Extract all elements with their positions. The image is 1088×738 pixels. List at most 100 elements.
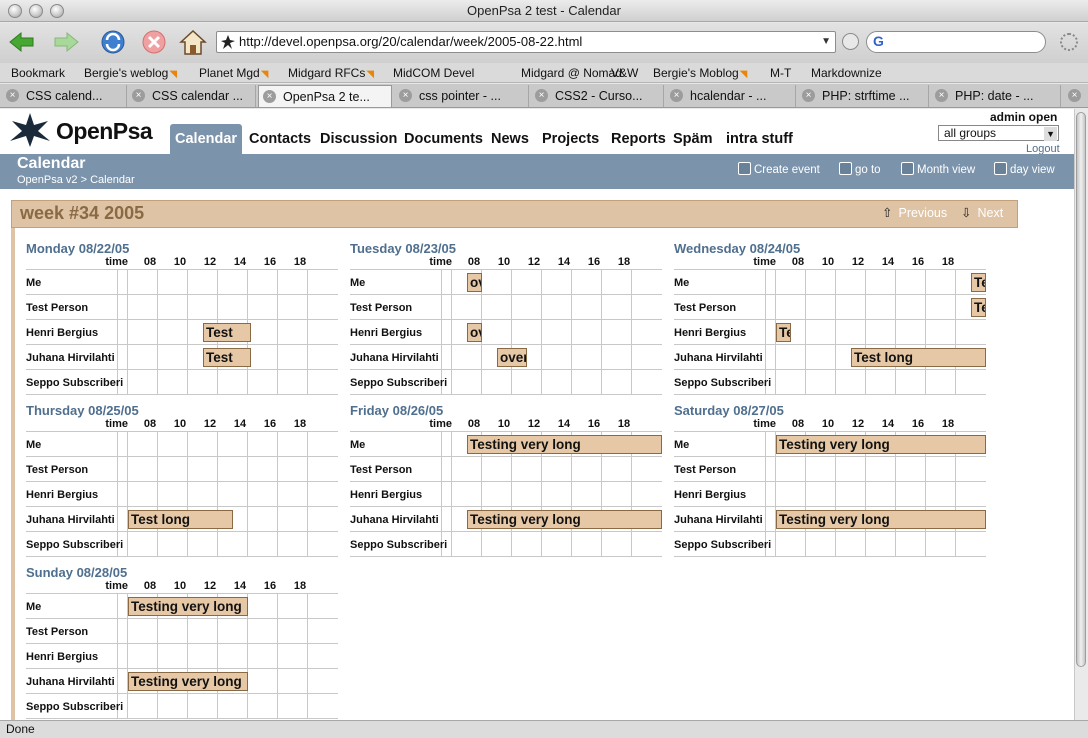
url-dropdown-icon[interactable]: ▼ — [821, 32, 831, 52]
calendar-event[interactable]: Te — [971, 273, 986, 292]
tab-close-icon[interactable]: × — [935, 89, 948, 102]
calendar-event[interactable]: Testing very long — [128, 672, 248, 691]
bookmark-item[interactable]: Midgard RFCs◥ — [288, 66, 374, 80]
grid-row-line — [674, 394, 986, 395]
grid-row-line — [26, 593, 338, 594]
bookmark-label: Bookmark — [11, 66, 66, 80]
reload-button[interactable] — [97, 27, 129, 57]
hour-label: 12 — [851, 418, 865, 430]
tab-4[interactable]: × css pointer - ... — [395, 85, 529, 107]
bookmark-item[interactable]: Bookmark — [11, 66, 65, 80]
nav-projects[interactable]: Projects — [537, 124, 604, 154]
nav-news[interactable]: News — [486, 124, 534, 154]
grid-row-line — [350, 394, 662, 395]
tab-1[interactable]: × CSS calend... — [2, 85, 127, 107]
person-name: Seppo Subscriberi — [26, 377, 124, 389]
hour-label: 10 — [497, 256, 511, 268]
calendar-event[interactable]: Testing very long — [128, 597, 248, 616]
tab-8[interactable]: × PHP: date - ... — [931, 85, 1061, 107]
grid-row-line — [26, 394, 338, 395]
bookmark-label: Midgard @ Nomad — [521, 66, 622, 80]
bookmark-item[interactable]: Markdownize — [811, 66, 882, 80]
scrollbar-thumb[interactable] — [1076, 112, 1086, 667]
action-create-event[interactable]: Create event — [738, 162, 820, 176]
calendar-event[interactable]: Test — [203, 348, 251, 367]
reload-icon — [101, 30, 125, 54]
calendar-event[interactable]: Te — [971, 298, 986, 317]
calendar-event[interactable]: Testing very long — [467, 435, 662, 454]
bookmark-item[interactable]: Bergie's Moblog◥ — [653, 66, 747, 80]
create-event-icon — [738, 162, 751, 175]
tab-close-icon[interactable]: × — [399, 89, 412, 102]
previous-week-link[interactable]: ⇧ Previous — [882, 205, 947, 220]
calendar-event[interactable]: ov — [467, 273, 482, 292]
page-title: Calendar — [17, 155, 86, 172]
stop-button[interactable] — [138, 27, 170, 57]
calendar-event[interactable]: Test long — [851, 348, 986, 367]
bookmark-item[interactable]: Bergie's weblog◥ — [84, 66, 177, 80]
grid-col-line — [217, 431, 218, 556]
calendar-event[interactable]: ov — [467, 323, 482, 342]
logo-text: OpenPsa — [56, 118, 153, 144]
bookmark-item[interactable]: Midgard @ Nomad — [521, 66, 622, 80]
search-field[interactable]: G — [866, 31, 1046, 53]
tab-label: CSS calend... — [26, 89, 103, 103]
person-name: Juhana Hirvilahti — [350, 514, 439, 526]
hour-label: 08 — [791, 256, 805, 268]
person-name: Juhana Hirvilahti — [674, 352, 763, 364]
close-window-icon[interactable] — [8, 4, 22, 18]
nav-documents[interactable]: Documents — [399, 124, 488, 154]
action-month-view[interactable]: Month view — [901, 162, 975, 176]
bookmark-label: M-T — [770, 66, 792, 80]
nav-reports[interactable]: Reports — [606, 124, 671, 154]
forward-button[interactable] — [50, 27, 82, 57]
tab-close-icon[interactable]: × — [802, 89, 815, 102]
calendar-event[interactable]: over — [497, 348, 527, 367]
tab-5[interactable]: × CSS2 - Curso... — [531, 85, 664, 107]
tab-close-icon[interactable]: × — [263, 90, 276, 103]
calendar-event[interactable]: Te — [776, 323, 791, 342]
tab-close-icon[interactable]: × — [670, 89, 683, 102]
arrow-down-icon: ⇩ — [961, 206, 972, 220]
action-go-to[interactable]: go to — [839, 162, 881, 176]
home-button[interactable] — [177, 27, 209, 57]
bookmark-item[interactable]: Planet Mgd◥ — [199, 66, 268, 80]
tab-7[interactable]: × PHP: strftime ... — [798, 85, 929, 107]
tab-close-icon[interactable]: × — [6, 89, 19, 102]
grid-row-line — [674, 431, 986, 432]
back-button[interactable] — [6, 27, 38, 57]
bookmark-item[interactable]: MidCOM Devel — [393, 66, 474, 80]
calendar-event[interactable]: Testing very long — [776, 510, 986, 529]
nav-discussion[interactable]: Discussion — [315, 124, 402, 154]
tab-3[interactable]: × OpenPsa 2 te... — [258, 85, 392, 107]
tab-2[interactable]: × CSS calendar ... — [128, 85, 256, 107]
close-tab-icon[interactable]: × — [1068, 89, 1081, 102]
nav-calendar[interactable]: Calendar — [170, 124, 243, 154]
bookmark-item[interactable]: M-T — [770, 66, 791, 80]
calendar-event[interactable]: Testing very long — [776, 435, 986, 454]
group-select[interactable]: all groups ▼ — [938, 125, 1059, 141]
tab-close-icon[interactable]: × — [132, 89, 145, 102]
day-heading: Saturday 08/27/05 — [674, 403, 784, 418]
action-day-view[interactable]: day view — [994, 162, 1055, 176]
nav-intra-stuff[interactable]: intra stuff — [721, 124, 798, 154]
next-week-link[interactable]: ⇩ Next — [961, 205, 1003, 220]
calendar-event[interactable]: Test — [203, 323, 251, 342]
person-name: Seppo Subscriberi — [26, 701, 124, 713]
bookmarks-bar: Bookmark Bergie's weblog◥ Planet Mgd◥ Midga… — [0, 63, 1088, 83]
zoom-window-icon[interactable] — [50, 4, 64, 18]
calendar-event[interactable]: Testing very long — [467, 510, 662, 529]
grid-col-line — [571, 269, 572, 394]
go-button[interactable] — [842, 33, 859, 50]
bookmark-label: Midgard RFCs — [288, 66, 366, 80]
nav-contacts[interactable]: Contacts — [244, 124, 316, 154]
tab-close-icon[interactable]: × — [535, 89, 548, 102]
hour-label: 10 — [173, 418, 187, 430]
calendar-event[interactable]: Test long — [128, 510, 233, 529]
bookmark-item[interactable]: V&W — [611, 66, 638, 80]
grid-col-line — [187, 269, 188, 394]
nav-späm[interactable]: Späm — [668, 124, 718, 154]
tab-6[interactable]: × hcalendar - ... — [666, 85, 796, 107]
url-field[interactable]: http://devel.openpsa.org/20/calendar/wee… — [216, 31, 836, 53]
minimize-window-icon[interactable] — [29, 4, 43, 18]
